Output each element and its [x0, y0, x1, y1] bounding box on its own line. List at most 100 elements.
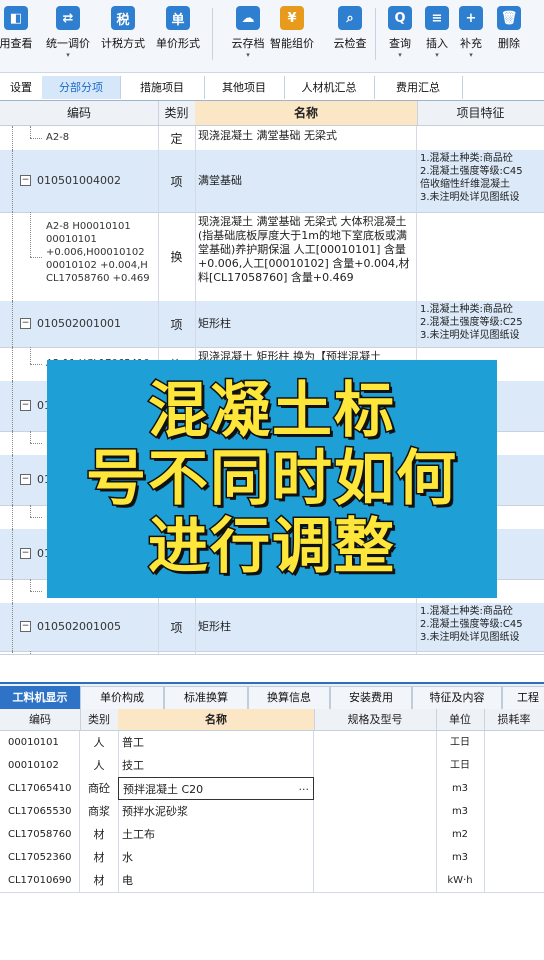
name-cell[interactable]: 现浇混凝土 满堂基础 无梁式: [195, 126, 417, 150]
mat-header-unit[interactable]: 单位: [436, 709, 485, 730]
type-cell[interactable]: 换: [158, 212, 196, 301]
material-code-cell[interactable]: CL17010690: [0, 869, 80, 892]
type-cell[interactable]: 项: [158, 301, 196, 347]
code-cell[interactable]: A2-8: [0, 126, 159, 150]
header-code[interactable]: 编码: [0, 101, 159, 125]
name-cell[interactable]: 现浇混凝土 满堂基础 无梁式 大体积混凝土(指基础底板厚度大于1m的地下室底板或…: [195, 212, 417, 301]
material-loss-cell[interactable]: [484, 731, 544, 754]
table-row[interactable]: A2-8 H00010101 00010101 +0.006,H00010102…: [0, 212, 544, 302]
material-loss-cell[interactable]: [484, 869, 544, 892]
material-type-cell[interactable]: 材: [80, 869, 119, 892]
material-unit-cell[interactable]: m3: [436, 846, 485, 869]
chevron-down-icon[interactable]: ▾: [66, 51, 70, 60]
material-row[interactable]: CL17058760 材 土工布 m2: [0, 823, 544, 847]
material-type-cell[interactable]: 材: [80, 823, 119, 846]
detail-tab-1[interactable]: 单价构成: [80, 686, 164, 709]
material-name-cell[interactable]: 预拌水泥砂浆: [118, 800, 314, 823]
material-loss-cell[interactable]: [484, 846, 544, 869]
mat-header-spec[interactable]: 规格及型号: [314, 709, 437, 730]
material-code-cell[interactable]: 00010102: [0, 754, 80, 777]
material-code-cell[interactable]: CL17052360: [0, 846, 80, 869]
tab-0[interactable]: 设置: [0, 76, 43, 99]
material-type-cell[interactable]: 人: [80, 754, 119, 777]
detail-tab-2[interactable]: 标准换算: [164, 686, 248, 709]
material-row[interactable]: CL17052360 材 水 m3: [0, 846, 544, 870]
tab-3[interactable]: 其他项目: [204, 76, 285, 99]
code-cell[interactable]: −010502001005: [0, 603, 159, 651]
name-cell[interactable]: 矩形柱: [195, 603, 417, 651]
detail-tab-6[interactable]: 工程: [502, 686, 544, 709]
chevron-down-icon[interactable]: ▾: [398, 51, 402, 60]
collapse-icon[interactable]: −: [20, 548, 31, 559]
tab-1[interactable]: 分部分项: [42, 76, 121, 99]
type-cell[interactable]: 定: [158, 126, 196, 150]
material-type-cell[interactable]: 人: [80, 731, 119, 754]
mat-header-name[interactable]: 名称: [118, 709, 315, 730]
detail-tab-4[interactable]: 安装费用: [330, 686, 412, 709]
header-name[interactable]: 名称: [195, 101, 418, 125]
material-row[interactable]: CL17065530 商浆 预拌水泥砂浆 m3: [0, 800, 544, 824]
toolbar-button-7[interactable]: Q 查询 ▾: [383, 6, 417, 66]
material-row[interactable]: 00010101 人 普工 工日: [0, 731, 544, 755]
type-cell[interactable]: 项: [158, 150, 196, 212]
header-feature[interactable]: 项目特征: [417, 101, 544, 125]
material-unit-cell[interactable]: m3: [436, 800, 485, 823]
material-type-cell[interactable]: 材: [80, 846, 119, 869]
material-name-cell[interactable]: 普工: [118, 731, 314, 754]
feature-cell[interactable]: 1.混凝土种类:商品砼 2.混凝土强度等级:C45 3.未注明处详见图纸设: [417, 603, 544, 651]
toolbar-button-10[interactable]: 🗑 删除: [492, 6, 526, 66]
material-code-cell[interactable]: 00010101: [0, 731, 80, 754]
ellipsis-button[interactable]: ···: [299, 778, 310, 799]
material-type-cell[interactable]: 商浆: [80, 800, 119, 823]
material-unit-cell[interactable]: 工日: [436, 754, 485, 777]
material-name-cell[interactable]: 水: [118, 846, 314, 869]
material-name-cell[interactable]: 预拌混凝土 C20 ···: [118, 777, 314, 800]
toolbar-button-6[interactable]: ⌕ 云检查: [322, 6, 378, 66]
material-loss-cell[interactable]: [484, 754, 544, 777]
material-unit-cell[interactable]: kW·h: [436, 869, 485, 892]
mat-header-loss[interactable]: 损耗率: [484, 709, 544, 730]
collapse-icon[interactable]: −: [20, 621, 31, 632]
feature-cell[interactable]: [417, 212, 544, 301]
toolbar-button-2[interactable]: 税计税方式: [95, 6, 151, 66]
material-unit-cell[interactable]: 工日: [436, 731, 485, 754]
table-row[interactable]: −010502001001 项矩形柱 1.混凝土种类:商品砼 2.混凝土强度等级:C2…: [0, 301, 544, 348]
tab-5[interactable]: 费用汇总: [374, 76, 463, 99]
table-row[interactable]: A2-8 定现浇混凝土 满堂基础 无梁式: [0, 126, 544, 151]
collapse-icon[interactable]: −: [20, 175, 31, 186]
material-spec-cell[interactable]: [314, 823, 437, 846]
material-spec-cell[interactable]: [314, 754, 437, 777]
material-name-cell[interactable]: 土工布: [118, 823, 314, 846]
toolbar-button-0[interactable]: ◧ 用查看: [0, 6, 40, 66]
detail-tab-0[interactable]: 工料机显示: [0, 686, 80, 709]
collapse-icon[interactable]: −: [20, 400, 31, 411]
toolbar-button-9[interactable]: + 补充 ▾: [454, 6, 488, 66]
material-type-cell[interactable]: 商砼: [80, 777, 119, 800]
material-loss-cell[interactable]: [484, 800, 544, 823]
type-cell[interactable]: 项: [158, 603, 196, 651]
mat-header-code[interactable]: 编码: [0, 709, 81, 730]
toolbar-button-5[interactable]: ¥ 智能组价: [264, 6, 320, 66]
chevron-down-icon[interactable]: ▾: [246, 51, 250, 60]
material-unit-cell[interactable]: m2: [436, 823, 485, 846]
material-row[interactable]: CL17065410 商砼 预拌混凝土 C20 ··· m3: [0, 777, 544, 801]
detail-tab-3[interactable]: 换算信息: [248, 686, 330, 709]
collapse-icon[interactable]: −: [20, 318, 31, 329]
material-spec-cell[interactable]: [314, 800, 437, 823]
material-name-cell[interactable]: 技工: [118, 754, 314, 777]
material-row[interactable]: CL17010690 材 电 kW·h: [0, 869, 544, 893]
tab-2[interactable]: 措施项目: [120, 76, 205, 99]
collapse-icon[interactable]: −: [20, 474, 31, 485]
chevron-down-icon[interactable]: ▾: [469, 51, 473, 60]
toolbar-button-8[interactable]: ≡ 插入 ▾: [420, 6, 454, 66]
code-cell[interactable]: −010501004002: [0, 150, 159, 212]
material-unit-cell[interactable]: m3: [436, 777, 485, 800]
material-code-cell[interactable]: CL17065530: [0, 800, 80, 823]
name-cell[interactable]: 满堂基础: [195, 150, 417, 212]
material-loss-cell[interactable]: [484, 823, 544, 846]
name-cell[interactable]: 矩形柱: [195, 301, 417, 347]
feature-cell[interactable]: 1.混凝土种类:商品砼 2.混凝土强度等级:C25 3.未注明处详见图纸设: [417, 301, 544, 347]
material-loss-cell[interactable]: [484, 777, 544, 800]
material-spec-cell[interactable]: [314, 846, 437, 869]
mat-header-type[interactable]: 类别: [80, 709, 119, 730]
